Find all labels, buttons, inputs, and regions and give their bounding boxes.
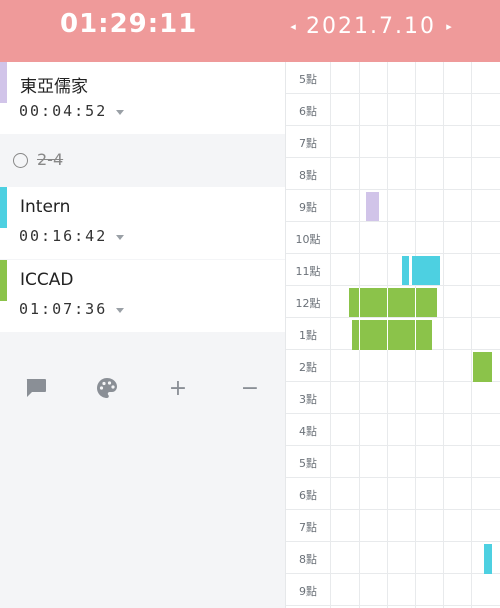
block-divider (359, 288, 360, 350)
block-divider (415, 288, 416, 350)
chevron-down-icon[interactable] (116, 308, 124, 313)
add-button[interactable]: + (163, 373, 193, 403)
hour-row: 8點 (286, 542, 500, 574)
comment-icon[interactable] (21, 373, 51, 403)
chevron-down-icon[interactable] (116, 235, 124, 240)
hour-label: 4點 (299, 425, 317, 438)
current-date[interactable]: 2021.7.10 (300, 14, 442, 39)
hour-label: 12點 (295, 297, 321, 310)
hour-row: 9點 (286, 190, 500, 222)
hour-row: 4點 (286, 414, 500, 446)
task-name: Intern (20, 197, 71, 217)
palette-icon[interactable] (92, 373, 122, 403)
time-block[interactable] (484, 544, 492, 574)
timeline-panel: 5點 6點 7點 8點 9點 10點 11點 12點 1點 2點 3點 4點 5… (285, 62, 500, 608)
time-block[interactable] (402, 256, 409, 285)
time-block[interactable] (349, 288, 437, 317)
running-timer: 01:29:11 (60, 9, 198, 39)
task-color-bar (0, 260, 7, 301)
task-time: 00:04:52 (19, 102, 108, 120)
task-name: 東亞儒家 (20, 77, 88, 97)
hour-label: 6點 (299, 489, 317, 502)
completed-task-item[interactable]: 2-4 (0, 136, 285, 186)
time-block[interactable] (473, 352, 492, 382)
task-name: ICCAD (20, 270, 74, 290)
time-block[interactable] (352, 320, 432, 350)
hour-row: 5點 (286, 446, 500, 478)
chevron-down-icon[interactable] (116, 110, 124, 115)
header: 01:29:11 ◂ 2021.7.10 ▸ (0, 0, 500, 62)
hour-label: 9點 (299, 201, 317, 214)
completed-task-label: 2-4 (37, 150, 64, 169)
task-time: 01:07:36 (19, 300, 108, 318)
prev-day-icon[interactable]: ◂ (286, 20, 300, 33)
hour-row: 3點 (286, 382, 500, 414)
hour-row: 7點 (286, 126, 500, 158)
block-divider (349, 318, 437, 319)
task-item[interactable]: ICCAD 01:07:36 (0, 260, 285, 332)
hour-label: 2點 (299, 361, 317, 374)
hour-label: 5點 (299, 457, 317, 470)
task-item[interactable]: 東亞儒家 00:04:52 (0, 62, 285, 134)
hour-row: 8點 (286, 158, 500, 190)
checkbox-circle-icon[interactable] (13, 153, 28, 168)
hour-label: 8點 (299, 553, 317, 566)
remove-button[interactable]: − (235, 373, 265, 403)
hour-row: 6點 (286, 478, 500, 510)
time-block[interactable] (412, 256, 440, 285)
hour-row: 11點 (286, 254, 500, 286)
hour-row: 10點 (286, 222, 500, 254)
task-color-bar (0, 187, 7, 228)
hour-label: 5點 (299, 73, 317, 86)
date-navigator: ◂ 2021.7.10 ▸ (286, 12, 456, 40)
hour-row: 6點 (286, 94, 500, 126)
hour-row: 2點 (286, 350, 500, 382)
time-block[interactable] (366, 192, 379, 221)
task-time: 00:16:42 (19, 227, 108, 245)
hour-label: 10點 (295, 233, 321, 246)
next-day-icon[interactable]: ▸ (442, 20, 456, 33)
hour-label: 8點 (299, 169, 317, 182)
block-divider (387, 288, 388, 350)
hour-label: 7點 (299, 521, 317, 534)
hour-label: 7點 (299, 137, 317, 150)
hour-label: 6點 (299, 105, 317, 118)
hour-row: 9點 (286, 574, 500, 606)
task-item[interactable]: Intern 00:16:42 (0, 187, 285, 259)
task-panel: 東亞儒家 00:04:52 2-4 Intern 00:16:42 ICCAD … (0, 62, 285, 608)
hour-row: 7點 (286, 510, 500, 542)
toolbar: + − (0, 373, 285, 413)
hour-label: 3點 (299, 393, 317, 406)
hour-label: 1點 (299, 329, 317, 342)
task-color-bar (0, 62, 7, 103)
hour-label: 9點 (299, 585, 317, 598)
hour-row: 5點 (286, 62, 500, 94)
hour-label: 11點 (295, 265, 321, 278)
